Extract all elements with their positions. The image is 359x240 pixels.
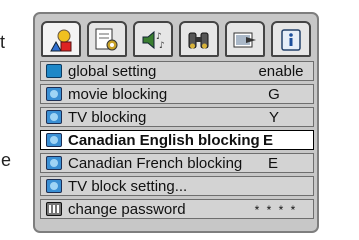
menu-row-tv-block-setting[interactable]: TV block setting...	[40, 176, 314, 196]
row-label: TV blocking	[68, 109, 147, 126]
parental-settings-list: global setting enable movie blocking G T…	[40, 61, 314, 222]
row-label: movie blocking	[68, 86, 168, 103]
row-value: G	[268, 86, 280, 103]
parental-lock-menu-panel: ♪ ♪ global setting enable movie blocking…	[33, 12, 319, 233]
screen-icon	[46, 64, 62, 78]
tv-icon	[46, 133, 62, 147]
svg-text:♪: ♪	[159, 41, 165, 51]
menu-row-movie-blocking[interactable]: movie blocking G	[40, 84, 314, 104]
row-label: Canadian English blocking	[68, 132, 260, 149]
menu-row-canadian-french-blocking[interactable]: Canadian French blocking E	[40, 153, 314, 173]
row-label: change password	[68, 201, 186, 218]
tv-icon	[46, 110, 62, 124]
menu-tab-bar: ♪ ♪	[41, 21, 315, 61]
password-mask: * * * *	[254, 203, 298, 217]
row-value: Y	[268, 109, 279, 126]
info-icon	[281, 29, 301, 51]
row-value: E	[263, 132, 274, 149]
shapes-icon	[50, 29, 72, 52]
row-label: global setting	[68, 63, 157, 80]
tab-input-source[interactable]	[225, 21, 265, 57]
menu-row-change-password[interactable]: change password * * * *	[40, 199, 314, 219]
tab-shapes[interactable]	[41, 21, 81, 57]
tab-sound[interactable]: ♪ ♪	[133, 21, 173, 57]
row-value: enable	[258, 63, 304, 80]
tab-info[interactable]	[271, 21, 311, 57]
cropped-edge-text: e	[1, 150, 12, 170]
tab-search[interactable]	[179, 21, 219, 57]
tv-icon	[46, 179, 62, 193]
menu-row-canadian-english-blocking[interactable]: Canadian English blocking E	[40, 130, 314, 150]
row-label: Canadian French blocking	[68, 155, 243, 172]
row-value: E	[268, 155, 279, 172]
menu-row-global-setting[interactable]: global setting enable	[40, 61, 314, 81]
speaker-sound-icon: ♪ ♪	[142, 30, 165, 51]
binoculars-icon	[188, 32, 209, 49]
tab-settings[interactable]	[87, 21, 127, 57]
cropped-edge-text: t	[0, 32, 6, 52]
tv-icon	[46, 87, 62, 101]
video-input-icon	[233, 32, 256, 48]
menu-row-tv-blocking[interactable]: TV blocking Y	[40, 107, 314, 127]
tv-icon	[46, 156, 62, 170]
settings-sheet-icon	[95, 28, 118, 51]
keypad-icon	[46, 202, 62, 216]
row-label: TV block setting...	[68, 178, 188, 195]
